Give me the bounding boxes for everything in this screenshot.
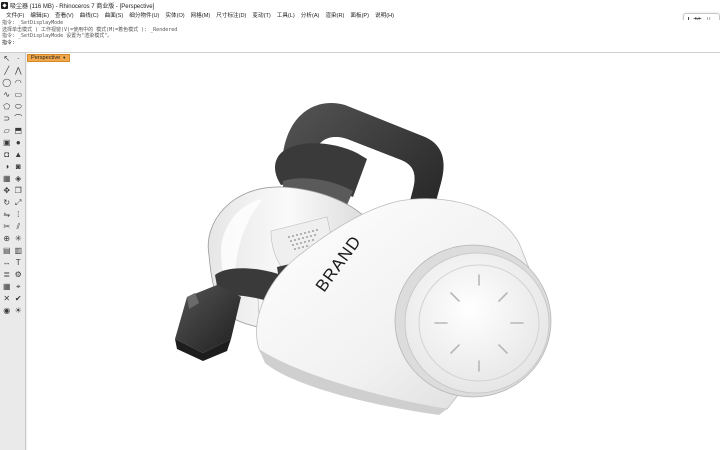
check-icon[interactable]: ✔ <box>14 294 24 304</box>
viewport-tab-label[interactable]: Perspective <box>31 55 60 61</box>
cone-icon[interactable]: ▲ <box>14 150 24 160</box>
curve-icon[interactable]: ∿ <box>2 90 12 100</box>
layer-icon[interactable]: ≣ <box>2 270 12 280</box>
explode-icon[interactable]: ✳ <box>14 234 24 244</box>
line-icon[interactable]: ╱ <box>2 66 12 76</box>
group-icon[interactable]: ▤ <box>2 246 12 256</box>
menu-item-12[interactable]: 渲染(R) <box>322 11 347 19</box>
scale-icon[interactable]: ⤢ <box>14 198 24 208</box>
ellipse-icon[interactable]: ⬭ <box>14 102 24 112</box>
menu-item-7[interactable]: 网格(M) <box>188 11 214 19</box>
shell-icon[interactable]: ◙ <box>14 162 24 172</box>
point-icon[interactable]: · <box>14 54 24 64</box>
toolbar-row: ⊃ ⌒ <box>0 113 25 125</box>
toolbar-row: ✥ ❐ <box>0 185 25 197</box>
menu-item-5[interactable]: 细分物件(U) <box>126 11 162 19</box>
split-icon[interactable]: ⫽ <box>14 222 24 232</box>
toolbar-row: ∿ ▭ <box>0 89 25 101</box>
menu-item-13[interactable]: 面板(P) <box>347 11 372 19</box>
grid-icon[interactable]: ▦ <box>2 282 12 292</box>
menu-item-0[interactable]: 文件(F) <box>3 11 27 19</box>
toolbar-row: ⇋ ⁞ <box>0 209 25 221</box>
mirror-icon[interactable]: ⇋ <box>2 210 12 220</box>
offset-icon[interactable]: ⊃ <box>2 114 12 124</box>
toolbar-row: ↔ T <box>0 257 25 269</box>
command-prompt-input[interactable]: 指令: <box>2 40 720 47</box>
toolbar-row: ▤ ▥ <box>0 245 25 257</box>
toolbar-row: ↖ · <box>0 53 25 65</box>
toolbar-row: ⬠ ⬭ <box>0 101 25 113</box>
menu-item-11[interactable]: 分析(A) <box>298 11 323 19</box>
rhino-app-icon <box>1 1 8 9</box>
left-toolbar: ↖ · ╱ ⋀ ◯ ◠ ∿ ▭ ⬠ ⬭ ⊃ ⌒ ▱ ⬒ ▣ ● ◘ ▲ ◑ ◙ ▦ ◈ ✥ ❐ ↻ ⤢ ⇋ ⁞ ✂ ⫽ ⊕ ✳ ▤ ▥ ↔ T ≣ ⚙ ▦ ⌖… <box>0 53 26 450</box>
trim-icon[interactable]: ✂ <box>2 222 12 232</box>
chevron-down-icon[interactable]: ▼ <box>62 55 66 61</box>
copy-icon[interactable]: ❐ <box>14 186 24 196</box>
toolbar-row: ▱ ⬒ <box>0 125 25 137</box>
menu-item-14[interactable]: 说明(H) <box>372 11 397 19</box>
menu-item-8[interactable]: 尺寸标注(D) <box>213 11 249 19</box>
array-icon[interactable]: ⁞ <box>14 210 24 220</box>
delete-icon[interactable]: ✕ <box>2 294 12 304</box>
menu-item-10[interactable]: 工具(L) <box>274 11 298 19</box>
wheel <box>394 244 552 398</box>
vacuum-model-render[interactable]: BRAND <box>27 53 720 450</box>
menu-item-9[interactable]: 变动(T) <box>249 11 273 19</box>
menu-item-6[interactable]: 实体(O) <box>162 11 187 19</box>
title-bar: 吸尘器 (116 MB) - Rhinoceros 7 商业版 - [Persp… <box>0 0 720 10</box>
box-icon[interactable]: ▣ <box>2 138 12 148</box>
ungroup-icon[interactable]: ▥ <box>14 246 24 256</box>
cylinder-icon[interactable]: ◘ <box>2 150 12 160</box>
toolbar-row: ▦ ◈ <box>0 173 25 185</box>
text-icon[interactable]: T <box>14 258 24 268</box>
toolbar-row: ◘ ▲ <box>0 149 25 161</box>
window-title: 吸尘器 (116 MB) - Rhinoceros 7 商业版 - [Persp… <box>10 3 155 10</box>
polygon-icon[interactable]: ⬠ <box>2 102 12 112</box>
join-icon[interactable]: ⊕ <box>2 234 12 244</box>
mesh-icon[interactable]: ▦ <box>2 174 12 184</box>
command-history[interactable]: 指令: _SetDisplayMode 选择单击模式 ( 工作视窗(V)=使用中… <box>0 20 720 53</box>
toolbar-row: ▣ ● <box>0 137 25 149</box>
menu-bar: 文件(F) 编辑(E) 查看(V) 曲线(C) 曲面(S) 细分物件(U) 实体(O) 网格(… <box>0 10 720 20</box>
toolbar-row: ◉ ☀ <box>0 305 25 317</box>
menu-item-4[interactable]: 曲面(S) <box>102 11 127 19</box>
extrude-icon[interactable]: ⬒ <box>14 126 24 136</box>
rotate-icon[interactable]: ↻ <box>2 198 12 208</box>
rectangle-icon[interactable]: ▭ <box>14 90 24 100</box>
toolbar-row: ↻ ⤢ <box>0 197 25 209</box>
toolbar-row: ◯ ◠ <box>0 77 25 89</box>
menu-item-2[interactable]: 查看(V) <box>52 11 77 19</box>
subd-icon[interactable]: ◈ <box>14 174 24 184</box>
sphere-icon[interactable]: ● <box>14 138 24 148</box>
boolean-icon[interactable]: ◑ <box>2 162 12 172</box>
toolbar-row: ✕ ✔ <box>0 293 25 305</box>
rhino-window: 吸尘器 (116 MB) - Rhinoceros 7 商业版 - [Persp… <box>0 0 720 450</box>
toolbar-row: ≣ ⚙ <box>0 269 25 281</box>
toolbar-row: ╱ ⋀ <box>0 65 25 77</box>
light-icon[interactable]: ☀ <box>14 306 24 316</box>
arc-icon[interactable]: ◠ <box>14 78 24 88</box>
render-icon[interactable]: ◉ <box>2 306 12 316</box>
toolbar-row: ✂ ⫽ <box>0 221 25 233</box>
polyline-icon[interactable]: ⋀ <box>14 66 24 76</box>
perspective-viewport[interactable]: BRAND Perspective ▼ <box>27 53 720 450</box>
toolbar-row: ⊕ ✳ <box>0 233 25 245</box>
menu-item-1[interactable]: 编辑(E) <box>27 11 52 19</box>
front-inlet <box>175 285 241 353</box>
surface-icon[interactable]: ▱ <box>2 126 12 136</box>
arrow-select-icon[interactable]: ↖ <box>2 54 12 64</box>
dimension-icon[interactable]: ↔ <box>2 258 12 268</box>
fillet-icon[interactable]: ⌒ <box>14 114 24 124</box>
menu-item-3[interactable]: 曲线(C) <box>77 11 102 19</box>
toolbar-row: ▦ ⌖ <box>0 281 25 293</box>
viewport-tab-perspective[interactable]: Perspective ▼ <box>27 54 71 62</box>
toolbar-row: ◑ ◙ <box>0 161 25 173</box>
circle-icon[interactable]: ◯ <box>2 78 12 88</box>
snap-icon[interactable]: ⌖ <box>14 282 24 292</box>
properties-icon[interactable]: ⚙ <box>14 270 24 280</box>
move-icon[interactable]: ✥ <box>2 186 12 196</box>
